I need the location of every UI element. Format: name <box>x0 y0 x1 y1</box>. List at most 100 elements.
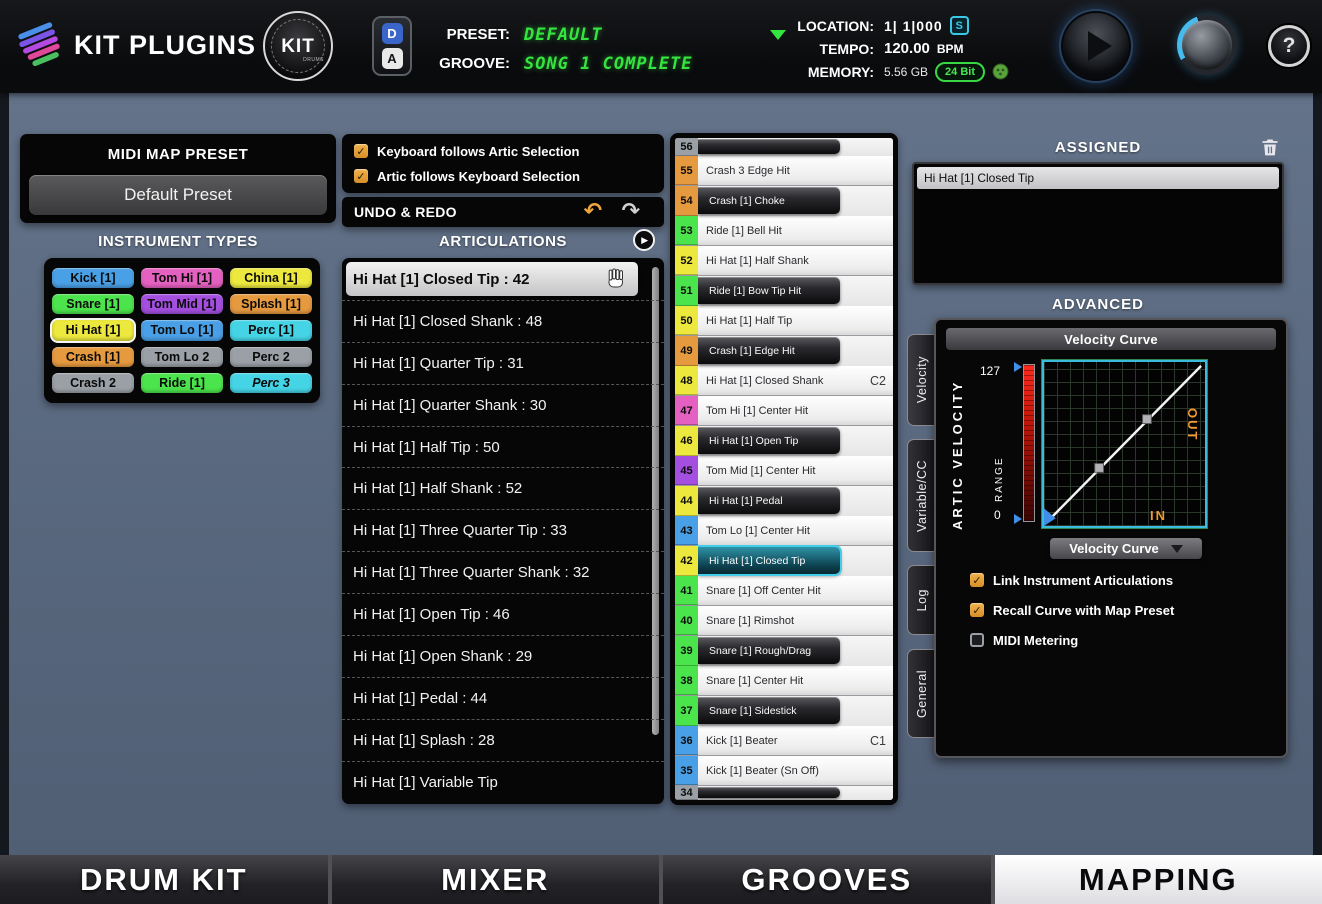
help-button[interactable]: ? <box>1268 25 1310 67</box>
assigned-item[interactable]: Hi Hat [1] Closed Tip <box>917 167 1279 189</box>
piano-key-37[interactable]: 37Snare [1] Sidestick <box>675 696 893 726</box>
articulation-item[interactable]: Hi Hat [1] Variable Tip <box>342 762 664 804</box>
piano-key-48[interactable]: 48Hi Hat [1] Closed ShankC2 <box>675 366 893 396</box>
nav-tab-mixer[interactable]: MIXER <box>332 855 660 904</box>
piano-key-38[interactable]: 38Snare [1] Center Hit <box>675 666 893 696</box>
da-converter-badge: D A <box>372 16 412 76</box>
piano-key-36[interactable]: 36Kick [1] BeaterC1 <box>675 726 893 756</box>
note-number-badge: 38 <box>675 666 698 695</box>
instrument-button[interactable]: Crash [1] <box>52 347 134 367</box>
piano-key-44[interactable]: 44Hi Hat [1] Pedal <box>675 486 893 516</box>
trash-icon[interactable] <box>1260 137 1280 157</box>
piano-key-34[interactable]: 34 <box>675 786 893 800</box>
instrument-types-panel: Kick [1] Tom Hi [1] China [1] Snare [1] Tom … <box>44 258 320 403</box>
sync-badge[interactable]: S <box>950 16 969 35</box>
piano-key-52[interactable]: 52Hi Hat [1] Half Shank <box>675 246 893 276</box>
velocity-curve-dropdown-label: Velocity Curve <box>1069 541 1159 556</box>
piano-key-45[interactable]: 45Tom Mid [1] Center Hit <box>675 456 893 486</box>
piano-key-54[interactable]: 54Crash [1] Choke <box>675 186 893 216</box>
tempo-value[interactable]: 120.00 <box>884 40 930 57</box>
articulation-item[interactable]: Hi Hat [1] Three Quarter Tip : 33 <box>342 510 664 552</box>
piano-key-50[interactable]: 50Hi Hat [1] Half Tip <box>675 306 893 336</box>
key-label: Tom Hi [1] Center Hit <box>706 405 808 417</box>
instrument-button[interactable]: Crash 2 <box>52 373 134 393</box>
instrument-button[interactable]: Tom Lo [1] <box>141 320 223 340</box>
tab-general[interactable]: General <box>907 649 935 738</box>
checkbox-row[interactable]: ✓Keyboard follows Artic Selection <box>354 141 664 161</box>
piano-key-53[interactable]: 53Ride [1] Bell Hit <box>675 216 893 246</box>
preset-value[interactable]: DEFAULT <box>524 25 693 45</box>
nav-tab-mapping[interactable]: MAPPING <box>995 855 1322 904</box>
nav-tab-grooves[interactable]: GROOVES <box>663 855 991 904</box>
articulation-item[interactable]: Hi Hat [1] Half Shank : 52 <box>342 468 664 510</box>
instrument-button[interactable]: Snare [1] <box>52 294 134 314</box>
key-label: Crash [1] Choke <box>709 195 785 207</box>
piano-key-47[interactable]: 47Tom Hi [1] Center Hit <box>675 396 893 426</box>
piano-key-49[interactable]: 49Crash [1] Edge Hit <box>675 336 893 366</box>
piano-key-56[interactable]: 56 <box>675 138 893 156</box>
instrument-button[interactable]: Ride [1] <box>141 373 223 393</box>
note-number-badge: 50 <box>675 306 698 335</box>
nav-tab-drum-kit[interactable]: DRUM KIT <box>0 855 328 904</box>
checkbox-row[interactable]: ✓Recall Curve with Map Preset <box>970 600 1174 620</box>
articulation-item[interactable]: Hi Hat [1] Closed Tip : 42 <box>342 259 664 301</box>
play-button[interactable] <box>1063 13 1129 79</box>
undo-icon[interactable]: ↶ <box>584 198 602 224</box>
black-key <box>698 139 840 154</box>
tab-variable-cc[interactable]: Variable/CC <box>907 439 935 552</box>
instrument-button[interactable]: Kick [1] <box>52 268 134 288</box>
piano-key-39[interactable]: 39Snare [1] Rough/Drag <box>675 636 893 666</box>
articulation-item[interactable]: Hi Hat [1] Pedal : 44 <box>342 678 664 720</box>
instrument-button[interactable]: Perc [1] <box>230 320 312 340</box>
tab-label: Velocity <box>915 356 929 403</box>
piano-key-51[interactable]: 51Ride [1] Bow Tip Hit <box>675 276 893 306</box>
instrument-button[interactable]: Tom Hi [1] <box>141 268 223 288</box>
checkbox-row[interactable]: MIDI Metering <box>970 630 1174 650</box>
master-knob[interactable] <box>1177 15 1237 75</box>
in-label: IN <box>1150 508 1167 523</box>
instrument-button[interactable]: Perc 3 <box>230 373 312 393</box>
instrument-button[interactable]: Hi Hat [1] <box>52 320 134 340</box>
default-preset-button[interactable]: Default Preset <box>29 175 327 215</box>
checkbox-checked-icon[interactable]: ✓ <box>970 603 984 617</box>
piano-key-35[interactable]: 35Kick [1] Beater (Sn Off) <box>675 756 893 786</box>
tempo-label: TEMPO: <box>788 41 874 57</box>
groove-value[interactable]: SONG 1 COMPLETE <box>524 54 693 74</box>
velocity-range-slider[interactable] <box>1023 364 1035 522</box>
instrument-button[interactable]: Perc 2 <box>230 347 312 367</box>
instrument-button[interactable]: Splash [1] <box>230 294 312 314</box>
articulation-item[interactable]: Hi Hat [1] Splash : 28 <box>342 720 664 762</box>
instrument-button[interactable]: China [1] <box>230 268 312 288</box>
checkbox-row[interactable]: ✓Link Instrument Articulations <box>970 570 1174 590</box>
checkbox-unchecked-icon[interactable] <box>970 633 984 647</box>
instrument-button[interactable]: Tom Mid [1] <box>141 294 223 314</box>
piano-key-46[interactable]: 46Hi Hat [1] Open Tip <box>675 426 893 456</box>
articulation-item[interactable]: Hi Hat [1] Quarter Tip : 31 <box>342 343 664 385</box>
checkbox-row[interactable]: ✓Artic follows Keyboard Selection <box>354 166 664 186</box>
articulation-item[interactable]: Hi Hat [1] Open Tip : 46 <box>342 594 664 636</box>
articulation-item[interactable]: Hi Hat [1] Open Shank : 29 <box>342 636 664 678</box>
checkbox-checked-icon[interactable]: ✓ <box>970 573 984 587</box>
kit-logo-sub: DRUMS <box>303 57 324 63</box>
piano-key-41[interactable]: 41Snare [1] Off Center Hit <box>675 576 893 606</box>
articulation-item[interactable]: Hi Hat [1] Three Quarter Shank : 32 <box>342 552 664 594</box>
articulations-cycle-button[interactable]: ▶ <box>633 229 655 251</box>
piano-key-55[interactable]: 55Crash 3 Edge Hit <box>675 156 893 186</box>
articulation-item[interactable]: Hi Hat [1] Half Tip : 50 <box>342 427 664 469</box>
tab-velocity[interactable]: Velocity <box>907 334 935 426</box>
velocity-curve-plot[interactable]: OUT IN <box>1042 360 1207 528</box>
velocity-curve-dropdown[interactable]: Velocity Curve <box>1050 538 1202 559</box>
piano-key-43[interactable]: 43Tom Lo [1] Center Hit <box>675 516 893 546</box>
articulation-item[interactable]: Hi Hat [1] Quarter Shank : 30 <box>342 385 664 427</box>
piano-key-42[interactable]: 42Hi Hat [1] Closed Tip <box>675 546 893 576</box>
tab-log[interactable]: Log <box>907 565 935 635</box>
articulation-item[interactable]: Hi Hat [1] Closed Shank : 48 <box>342 301 664 343</box>
checkbox-checked-icon[interactable]: ✓ <box>354 169 368 183</box>
out-label: OUT <box>1185 408 1200 441</box>
note-number-badge: 37 <box>675 696 698 726</box>
checkbox-checked-icon[interactable]: ✓ <box>354 144 368 158</box>
piano-key-40[interactable]: 40Snare [1] Rimshot <box>675 606 893 636</box>
redo-icon[interactable]: ↷ <box>622 198 640 224</box>
instrument-button[interactable]: Tom Lo 2 <box>141 347 223 367</box>
groove-dropdown-icon[interactable] <box>770 30 786 40</box>
